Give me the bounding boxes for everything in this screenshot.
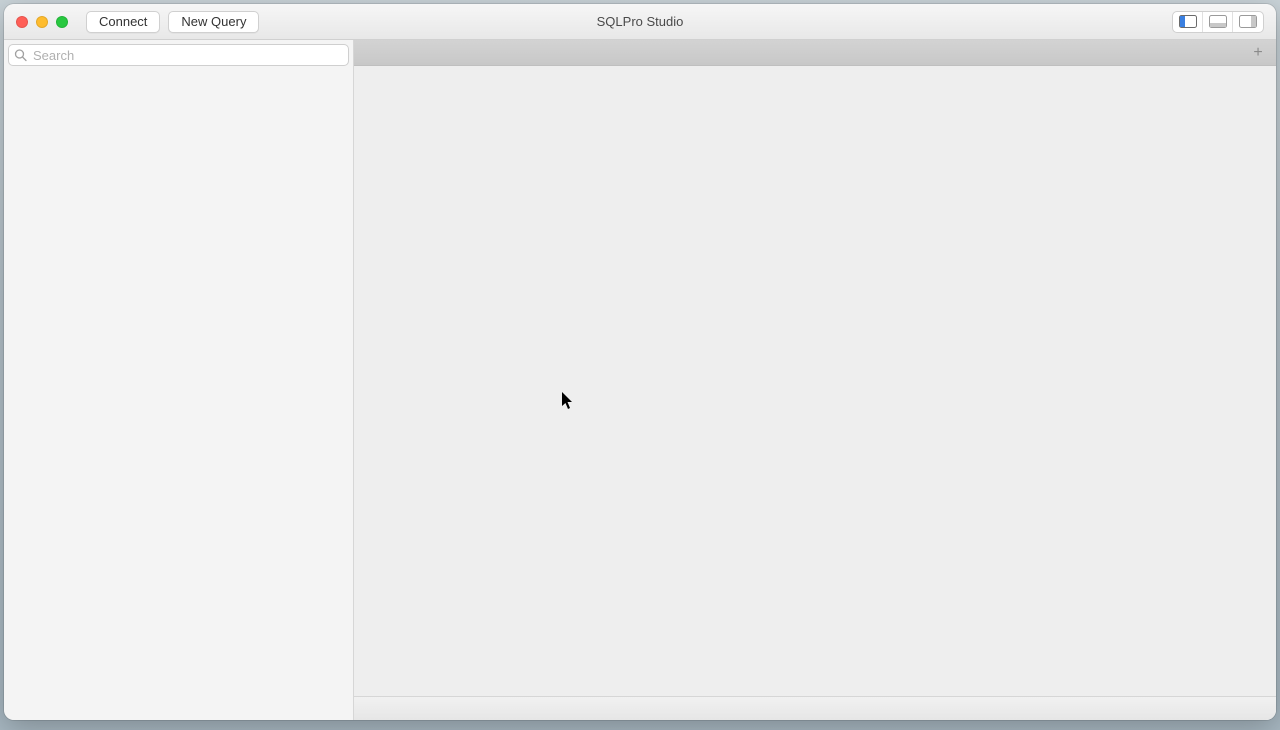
status-bar [354, 696, 1276, 720]
close-window-button[interactable] [16, 16, 28, 28]
toggle-right-panel-button[interactable] [1233, 12, 1263, 32]
sidebar-content [4, 70, 353, 720]
toggle-left-panel-button[interactable] [1173, 12, 1203, 32]
main-area: + [354, 40, 1276, 720]
plus-icon: + [1253, 45, 1262, 61]
minimize-window-button[interactable] [36, 16, 48, 28]
search-input[interactable] [8, 44, 349, 66]
search-box [8, 44, 349, 66]
titlebar: Connect New Query SQLPro Studio [4, 4, 1276, 40]
toggle-bottom-panel-button[interactable] [1203, 12, 1233, 32]
new-query-button[interactable]: New Query [168, 11, 259, 33]
add-tab-button[interactable]: + [1248, 43, 1268, 63]
window-controls [16, 16, 68, 28]
search-container [4, 40, 353, 70]
connect-button[interactable]: Connect [86, 11, 160, 33]
maximize-window-button[interactable] [56, 16, 68, 28]
toolbar: Connect New Query [86, 11, 259, 33]
tab-bar: + [354, 40, 1276, 66]
app-window: Connect New Query SQLPro Studio [4, 4, 1276, 720]
window-title: SQLPro Studio [597, 14, 684, 29]
editor-area[interactable] [354, 66, 1276, 696]
sidebar [4, 40, 354, 720]
panel-toggle-group [1172, 11, 1264, 33]
window-body: + [4, 40, 1276, 720]
